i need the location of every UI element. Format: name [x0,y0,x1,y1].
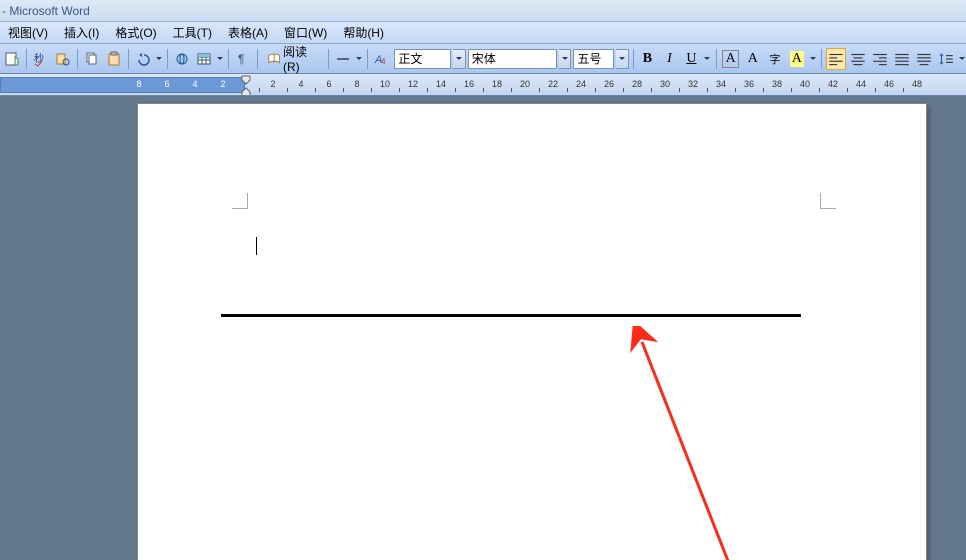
ruler-number: 22 [548,79,558,89]
menu-tools[interactable]: 工具(T) [167,22,218,43]
highlight-dropdown[interactable] [809,48,817,70]
spellcheck-button[interactable]: 秒 [31,48,51,70]
menu-view[interactable]: 视图(V) [2,22,54,43]
char-a-button[interactable]: A [743,48,763,70]
ruler-number: 20 [520,79,530,89]
ruler-number: 24 [576,79,586,89]
ruler-number: 12 [408,79,418,89]
ruler-number: 42 [828,79,838,89]
ruler-number: 16 [464,79,474,89]
style-combo[interactable]: 正文 [394,49,451,69]
separator [77,49,78,69]
char-box-button[interactable]: A [722,50,738,68]
ruler-number: 38 [772,79,782,89]
underline-dropdown[interactable] [703,48,711,70]
undo-button[interactable] [133,48,153,70]
bold-button[interactable]: B [637,48,657,70]
ruler-number: 14 [436,79,446,89]
align-center-button[interactable] [848,48,868,70]
margin-corner-tr [820,193,836,209]
menu-window[interactable]: 窗口(W) [278,22,333,43]
document-page[interactable] [137,103,927,560]
title-text: - Microsoft Word [2,4,90,18]
ruler-number: 40 [800,79,810,89]
title-bar: - Microsoft Word [0,0,966,22]
ruler-number: 30 [660,79,670,89]
margin-corner-tl [232,193,248,209]
line-spacing-button[interactable] [936,48,956,70]
align-left-button[interactable] [826,48,846,70]
separator [367,49,368,69]
ruler[interactable]: 8 6 4 2 24681012141618202224262830323436… [0,74,966,96]
toolbar-options-button[interactable] [333,48,353,70]
highlight-button[interactable]: A [787,48,807,70]
reading-view-button[interactable]: 阅读(R) [262,48,325,70]
copy-button[interactable] [82,48,102,70]
ruler-number: 46 [884,79,894,89]
menu-table[interactable]: 表格(A) [222,22,274,43]
style-combo-arrow[interactable] [453,49,466,69]
ruler-number: 26 [604,79,614,89]
ruler-number: 6 [326,79,331,89]
menu-help[interactable]: 帮助(H) [337,22,390,43]
font-style-icon[interactable]: A4 [372,48,392,70]
size-combo-arrow[interactable] [616,49,629,69]
table-button[interactable] [194,48,214,70]
size-combo[interactable]: 五号 [573,49,613,69]
separator [633,49,634,69]
undo-dropdown[interactable] [155,48,163,70]
research-button[interactable] [53,48,73,70]
char-space-button[interactable]: 字 [765,48,785,70]
svg-text:4: 4 [381,57,386,66]
separator [26,49,27,69]
font-combo[interactable]: 宋体 [468,49,557,69]
separator [821,49,822,69]
ruler-number: 44 [856,79,866,89]
separator [328,49,329,69]
ruler-number: 28 [632,79,642,89]
link-button[interactable] [172,48,192,70]
ruler-left-margin: 8 6 4 2 [0,77,245,93]
align-justify-button[interactable] [892,48,912,70]
text-cursor [256,237,257,255]
separator [228,49,229,69]
horizontal-rule [221,314,801,317]
svg-text:¶: ¶ [238,52,244,66]
show-marks-button[interactable]: ¶ [233,48,253,70]
ruler-number: 36 [744,79,754,89]
table-dropdown[interactable] [216,48,224,70]
toolbar-options-dropdown[interactable] [355,48,363,70]
ruler-number: 18 [492,79,502,89]
font-combo-arrow[interactable] [559,49,572,69]
ruler-number: 48 [912,79,922,89]
paste-button[interactable] [104,48,124,70]
ruler-number: 2 [270,79,275,89]
separator [167,49,168,69]
ruler-number: 8 [354,79,359,89]
underline-button[interactable]: U [681,48,701,70]
print-preview-button[interactable] [2,48,22,70]
menu-format[interactable]: 格式(O) [109,22,162,43]
italic-button[interactable]: I [659,48,679,70]
toolbar: 秒 ¶ 阅读(R) A4 正文 宋体 五号 B I U A A 字 A [0,44,966,74]
menu-bar: 视图(V) 插入(I) 格式(O) 工具(T) 表格(A) 窗口(W) 帮助(H… [0,22,966,44]
line-spacing-dropdown[interactable] [958,48,966,70]
menu-insert[interactable]: 插入(I) [58,22,105,43]
align-distribute-button[interactable] [914,48,934,70]
separator [128,49,129,69]
align-right-button[interactable] [870,48,890,70]
ruler-number: 32 [688,79,698,89]
svg-text:秒: 秒 [34,52,44,65]
ruler-number: 4 [298,79,303,89]
reading-view-label: 阅读(R) [283,43,319,74]
document-workspace [0,96,966,560]
ruler-number: 34 [716,79,726,89]
first-line-indent-marker[interactable] [241,75,253,96]
separator [716,49,717,69]
separator [257,49,258,69]
ruler-number: 10 [380,79,390,89]
